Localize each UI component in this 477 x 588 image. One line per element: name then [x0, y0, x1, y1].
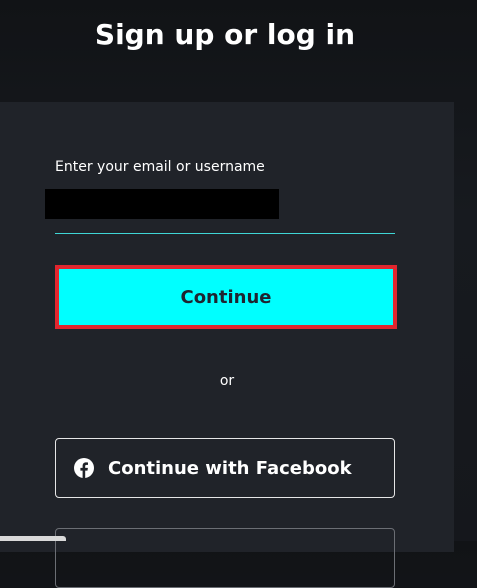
next-login-option-button[interactable]: [55, 528, 395, 588]
email-input[interactable]: [45, 186, 395, 234]
email-label: Enter your email or username: [55, 159, 265, 175]
redacted-value: [45, 189, 279, 219]
facebook-icon: [74, 458, 94, 478]
page-title: Sign up or log in: [94, 18, 356, 51]
continue-with-facebook-button[interactable]: Continue with Facebook: [55, 438, 395, 498]
facebook-button-label: Continue with Facebook: [108, 457, 352, 479]
login-card: Enter your email or username Continue or…: [0, 102, 454, 588]
horizontal-scrollbar-thumb[interactable]: [0, 536, 66, 541]
continue-button[interactable]: Continue: [55, 265, 397, 329]
or-divider: or: [219, 373, 235, 389]
